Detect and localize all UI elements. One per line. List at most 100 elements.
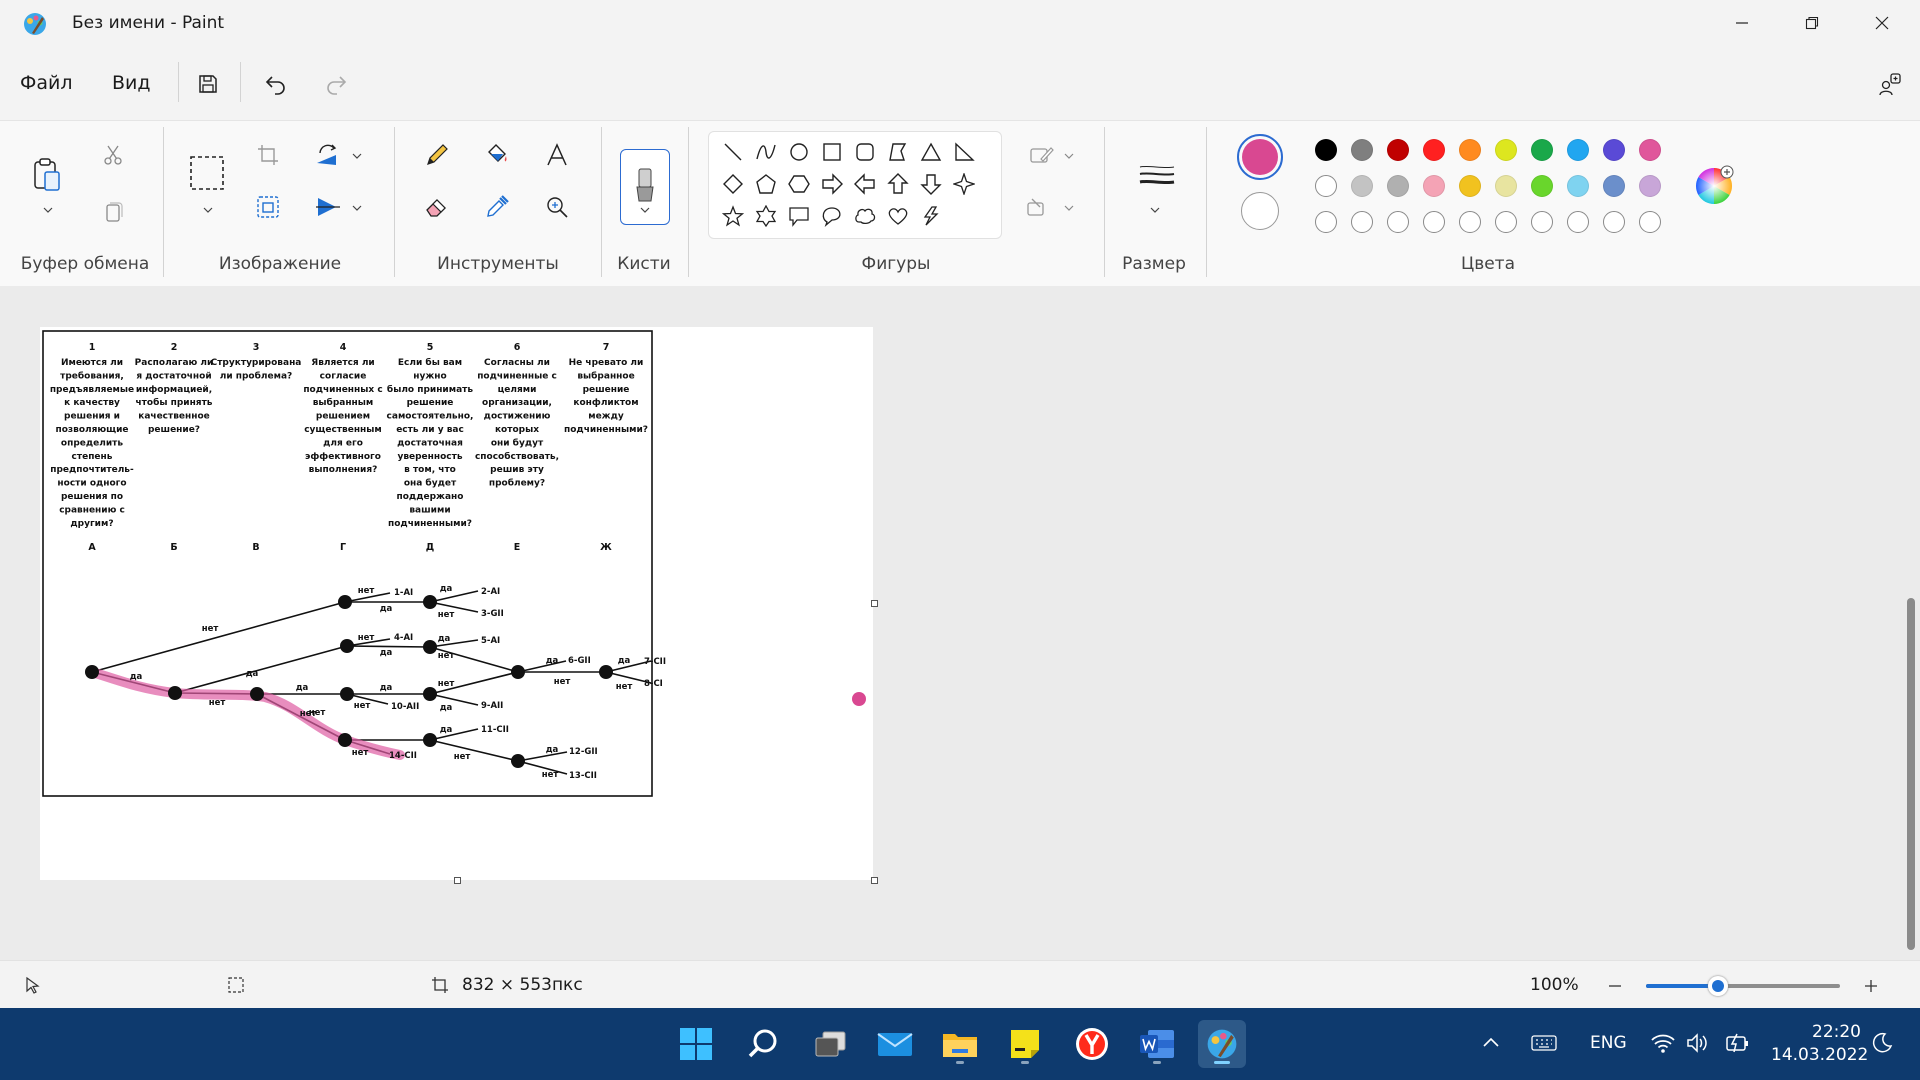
shape-curve[interactable] xyxy=(752,138,780,166)
shape-rect-callout[interactable] xyxy=(785,202,813,230)
palette-color-swatch[interactable] xyxy=(1603,211,1625,233)
palette-color-swatch[interactable] xyxy=(1423,139,1445,161)
text-tool[interactable] xyxy=(537,135,577,175)
clock-date[interactable]: 14.03.2022 xyxy=(1771,1045,1868,1065)
fill-tool[interactable] xyxy=(477,135,517,175)
flip-dropdown[interactable] xyxy=(350,201,364,215)
palette-color-swatch[interactable] xyxy=(1567,139,1589,161)
rotate-button[interactable] xyxy=(308,135,348,175)
sticky-notes-app[interactable] xyxy=(1001,1020,1049,1068)
zoom-in-button[interactable] xyxy=(1860,975,1882,997)
palette-color-swatch[interactable] xyxy=(1567,211,1589,233)
focus-assist-button[interactable] xyxy=(1870,1031,1894,1055)
zoom-level[interactable]: 100% xyxy=(1530,975,1579,995)
palette-color-swatch[interactable] xyxy=(1459,175,1481,197)
undo-button[interactable] xyxy=(258,66,294,102)
yandex-browser-app[interactable] xyxy=(1068,1020,1116,1068)
brush-dropdown[interactable] xyxy=(638,203,652,217)
drawing-canvas[interactable]: 1 Имеются ли требования, предъявляемые к кач… xyxy=(40,327,878,884)
palette-color-swatch[interactable] xyxy=(1387,211,1409,233)
shape-four-point-star[interactable] xyxy=(950,170,978,198)
minimize-button[interactable] xyxy=(1708,0,1776,46)
secondary-color-button[interactable] xyxy=(1241,192,1279,230)
network-button[interactable] xyxy=(1650,1031,1676,1055)
keyboard-button[interactable] xyxy=(1531,1032,1557,1054)
cut-button[interactable] xyxy=(93,135,133,175)
eraser-tool[interactable] xyxy=(417,187,457,227)
palette-color-swatch[interactable] xyxy=(1459,139,1481,161)
select-button[interactable] xyxy=(187,153,227,193)
menu-file[interactable]: Файл xyxy=(20,72,73,94)
pencil-tool[interactable] xyxy=(417,135,457,175)
palette-color-swatch[interactable] xyxy=(1639,211,1661,233)
shape-six-point-star[interactable] xyxy=(752,202,780,230)
file-explorer-app[interactable] xyxy=(936,1020,984,1068)
canvas-resize-handle-right[interactable] xyxy=(871,600,878,607)
palette-color-swatch[interactable] xyxy=(1315,175,1337,197)
shape-down-arrow[interactable] xyxy=(917,170,945,198)
fill-shape-dropdown[interactable] xyxy=(1062,201,1076,215)
canvas-resize-handle-corner[interactable] xyxy=(871,877,878,884)
palette-color-swatch[interactable] xyxy=(1459,211,1481,233)
shape-up-arrow[interactable] xyxy=(884,170,912,198)
restore-button[interactable] xyxy=(1778,0,1846,46)
shape-line[interactable] xyxy=(719,138,747,166)
shape-right-arrow[interactable] xyxy=(818,170,846,198)
show-hidden-icons-button[interactable] xyxy=(1480,1032,1502,1054)
edit-colors-button[interactable] xyxy=(1694,165,1736,207)
start-button[interactable] xyxy=(672,1020,720,1068)
palette-color-swatch[interactable] xyxy=(1639,175,1661,197)
shape-oval-callout[interactable] xyxy=(818,202,846,230)
clock-time[interactable]: 22:20 xyxy=(1812,1022,1861,1042)
flip-button[interactable] xyxy=(308,187,348,227)
palette-color-swatch[interactable] xyxy=(1351,175,1373,197)
mail-app[interactable] xyxy=(871,1020,919,1068)
rotate-dropdown[interactable] xyxy=(350,149,364,163)
primary-color-button[interactable] xyxy=(1237,134,1283,180)
palette-color-swatch[interactable] xyxy=(1639,139,1661,161)
palette-color-swatch[interactable] xyxy=(1495,139,1517,161)
menu-view[interactable]: Вид xyxy=(112,72,151,94)
shape-heart[interactable] xyxy=(884,202,912,230)
magnifier-tool[interactable] xyxy=(537,187,577,227)
shape-diamond[interactable] xyxy=(719,170,747,198)
palette-color-swatch[interactable] xyxy=(1495,211,1517,233)
search-button[interactable] xyxy=(739,1020,787,1068)
shape-rounded-rectangle[interactable] xyxy=(851,138,879,166)
palette-color-swatch[interactable] xyxy=(1387,139,1409,161)
canvas-resize-handle-bottom[interactable] xyxy=(454,877,461,884)
shape-rectangle[interactable] xyxy=(818,138,846,166)
palette-color-swatch[interactable] xyxy=(1387,175,1409,197)
palette-color-swatch[interactable] xyxy=(1603,175,1625,197)
palette-color-swatch[interactable] xyxy=(1351,139,1373,161)
palette-color-swatch[interactable] xyxy=(1495,175,1517,197)
shape-five-point-star[interactable] xyxy=(719,202,747,230)
size-dropdown[interactable] xyxy=(1148,203,1162,217)
palette-color-swatch[interactable] xyxy=(1531,139,1553,161)
resize-button[interactable] xyxy=(248,187,288,227)
zoom-out-button[interactable] xyxy=(1604,975,1626,997)
shape-cloud-callout[interactable] xyxy=(851,202,879,230)
palette-color-swatch[interactable] xyxy=(1531,211,1553,233)
palette-color-swatch[interactable] xyxy=(1423,211,1445,233)
shape-left-arrow[interactable] xyxy=(851,170,879,198)
volume-button[interactable] xyxy=(1685,1031,1711,1055)
select-dropdown[interactable] xyxy=(201,203,215,217)
palette-color-swatch[interactable] xyxy=(1423,175,1445,197)
crop-button[interactable] xyxy=(248,135,288,175)
battery-button[interactable] xyxy=(1724,1031,1750,1055)
paste-button[interactable] xyxy=(27,151,67,199)
close-button[interactable] xyxy=(1848,0,1916,46)
word-app[interactable] xyxy=(1133,1020,1181,1068)
palette-color-swatch[interactable] xyxy=(1603,139,1625,161)
paste-dropdown[interactable] xyxy=(41,203,55,217)
shape-hexagon[interactable] xyxy=(785,170,813,198)
input-language[interactable]: ENG xyxy=(1590,1033,1627,1053)
color-picker-tool[interactable] xyxy=(477,187,517,227)
outline-button[interactable] xyxy=(1022,135,1062,175)
shape-oval[interactable] xyxy=(785,138,813,166)
zoom-slider[interactable] xyxy=(1646,976,1840,996)
task-view-button[interactable] xyxy=(806,1020,854,1068)
shape-right-triangle[interactable] xyxy=(950,138,978,166)
palette-color-swatch[interactable] xyxy=(1351,211,1373,233)
